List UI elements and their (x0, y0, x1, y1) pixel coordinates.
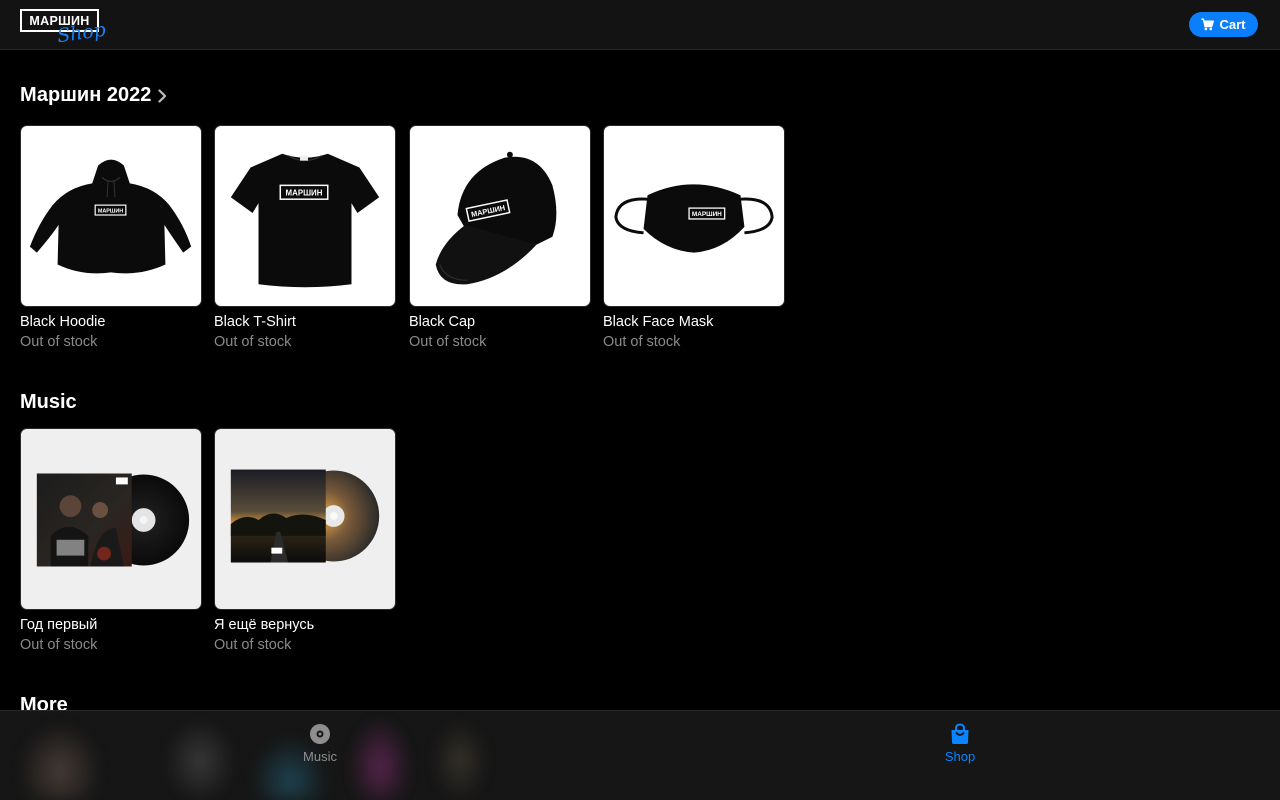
album-name: Я ещё вернусь (214, 617, 315, 633)
album-card-ya-eshche-vernus[interactable]: Я ещё вернусь Out of stock (214, 428, 396, 657)
product-name: Black Hoodie (20, 314, 106, 330)
product-card-cap[interactable]: МАРШИН Black Cap Out of stock (409, 125, 591, 354)
tab-music-label: Music (303, 749, 337, 764)
product-status: Out of stock (20, 334, 98, 350)
tab-shop-label: Shop (944, 749, 976, 764)
cart-label: Cart (1219, 17, 1246, 32)
product-status: Out of stock (409, 334, 487, 350)
album-status: Out of stock (20, 637, 98, 653)
album-status: Out of stock (214, 637, 292, 653)
cart-button[interactable]: Cart (1189, 12, 1258, 37)
section-title-music: Music (20, 391, 77, 414)
product-image-tshirt: МАРШИН (214, 125, 396, 307)
hoodie-image: МАРШИН (29, 159, 192, 274)
tab-bar: Music Shop (0, 710, 1280, 800)
album-card-god-pervyi[interactable]: Год первый Out of stock (20, 428, 202, 657)
shop-logo[interactable]: МАРШИН Shop (20, 9, 107, 47)
t-shirt-image: МАРШИН (230, 153, 380, 288)
chevron-right-icon (158, 88, 167, 103)
product-status: Out of stock (214, 334, 292, 350)
hoodie-print: МАРШИН (98, 209, 123, 215)
product-card-mask[interactable]: МАРШИН Black Face Mask Out of stock (603, 125, 785, 354)
product-image-hoodie: МАРШИН (20, 125, 202, 307)
shop-page: МАРШИН Shop Cart Маршин 2022 МАРШИН Blac… (0, 0, 1280, 800)
product-name: Black Face Mask (603, 314, 714, 330)
product-card-tshirt[interactable]: МАРШИН Black T-Shirt Out of stock (214, 125, 396, 354)
section-title-text: Маршин 2022 (20, 84, 152, 106)
face-mask-image: МАРШИН (614, 184, 774, 253)
tshirt-print: МАРШИН (286, 189, 323, 198)
section-title-merch[interactable]: Маршин 2022 (20, 84, 167, 107)
product-status: Out of stock (603, 334, 681, 350)
disc-icon (310, 724, 330, 744)
album-name: Год первый (20, 617, 98, 633)
album-image-ya-eshche-vernus (214, 428, 396, 610)
cap-image: МАРШИН (435, 151, 557, 285)
product-image-cap: МАРШИН (409, 125, 591, 307)
tab-shop[interactable]: Shop (900, 723, 1020, 773)
cd-album-image (36, 473, 190, 567)
cd-album-image (230, 469, 380, 563)
product-name: Black T-Shirt (214, 314, 296, 330)
tab-music[interactable]: Music (260, 723, 380, 773)
section-title-text: Music (20, 391, 77, 413)
product-card-hoodie[interactable]: МАРШИН Black Hoodie Out of stock (20, 125, 202, 354)
mask-print: МАРШИН (692, 211, 722, 218)
product-name: Black Cap (409, 314, 476, 330)
product-image-mask: МАРШИН (603, 125, 785, 307)
top-bar: МАРШИН Shop Cart (0, 0, 1280, 50)
cart-icon (1201, 18, 1215, 31)
shopping-bag-icon (951, 723, 969, 744)
album-image-god-pervyi (20, 428, 202, 610)
